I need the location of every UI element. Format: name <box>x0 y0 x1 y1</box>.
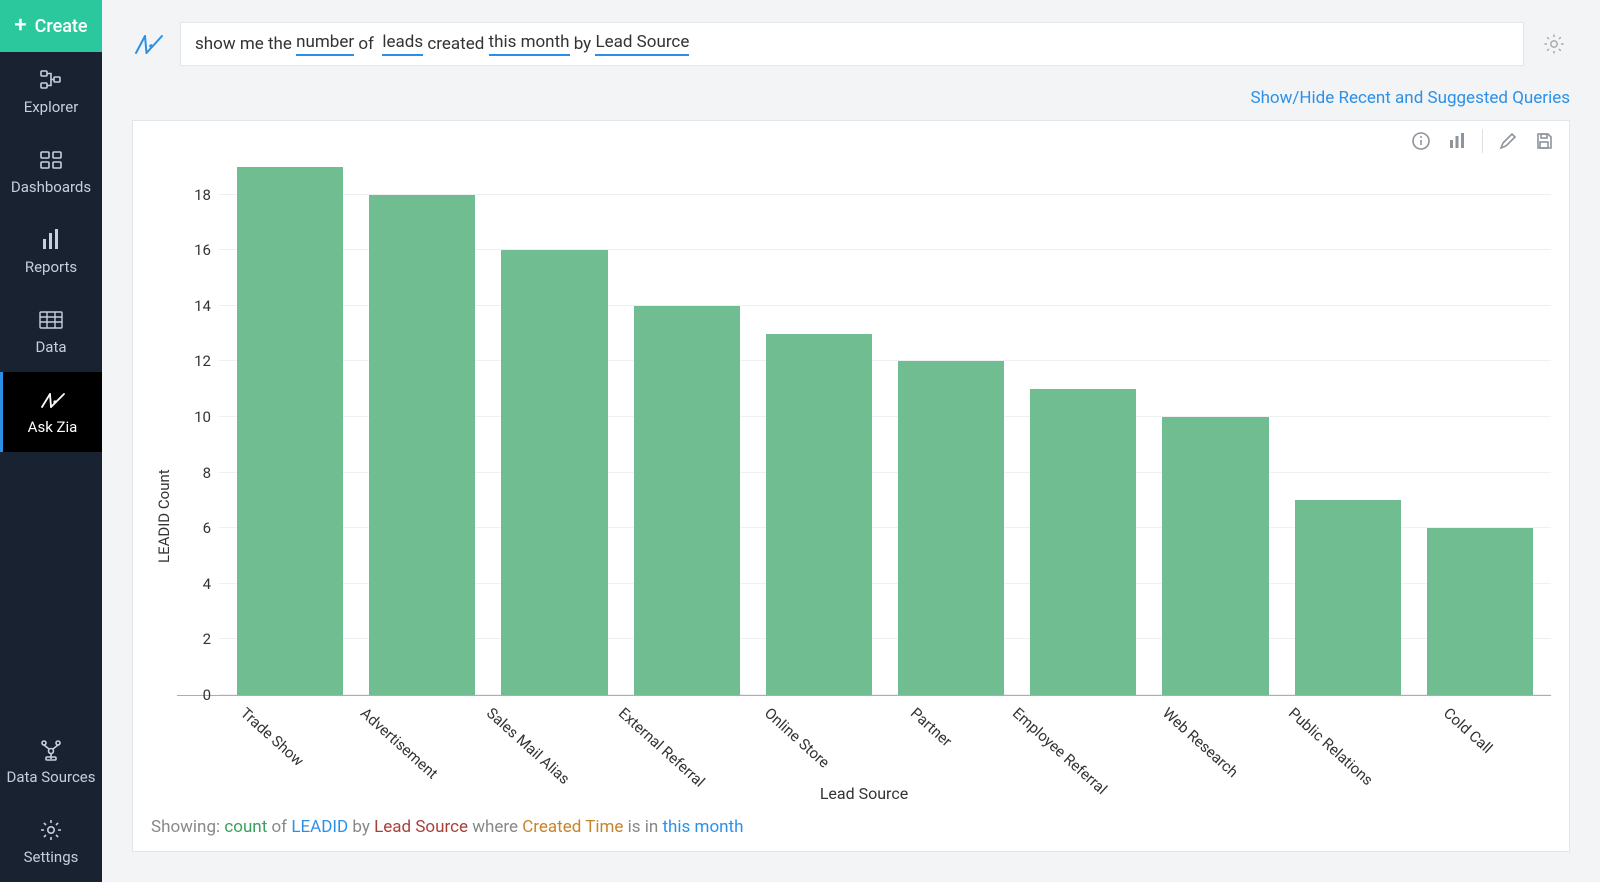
chart-bar[interactable] <box>1427 528 1533 695</box>
gear-icon <box>37 818 65 842</box>
zia-icon <box>39 388 67 412</box>
sidebar-item-label: Settings <box>24 848 79 866</box>
bar-slot <box>501 139 607 695</box>
suggested-queries-row: Show/Hide Recent and Suggested Queries <box>132 88 1570 108</box>
y-tick-label: 4 <box>203 575 211 593</box>
plot-grid: 024681012141618 <box>177 139 1551 696</box>
showing-createdtime: Created Time <box>522 817 623 837</box>
x-tick: Employee Referral <box>1021 696 1142 784</box>
sidebar-item-dashboards[interactable]: Dashboards <box>0 132 102 212</box>
sidebar-item-label: Data Sources <box>6 768 95 786</box>
query-token: number <box>296 32 354 56</box>
sidebar: + Create Explorer Dashboards <box>0 0 102 882</box>
showing-by: by <box>352 817 374 837</box>
x-tick: Online Store <box>762 696 865 784</box>
sidebar-nav: Explorer Dashboards Reports <box>0 52 102 452</box>
chart-bar[interactable] <box>1295 500 1401 695</box>
showing-summary: Showing: count of LEADID by Lead Source … <box>151 817 1551 837</box>
chart-bar[interactable] <box>369 195 475 695</box>
sidebar-item-settings[interactable]: Settings <box>0 802 102 882</box>
sidebar-item-reports[interactable]: Reports <box>0 212 102 292</box>
query-token: created <box>423 34 488 54</box>
sidebar-bottom-nav: Data Sources Settings <box>0 722 102 882</box>
create-button-label: Create <box>35 16 88 37</box>
chart-area: LEADID Count 0 2 4 6 8 10 12 14 16 18 Trade ShowA… <box>151 139 1551 803</box>
query-token: of <box>354 34 382 54</box>
bar-slot <box>1427 139 1533 695</box>
y-tick-label: 18 <box>194 186 211 204</box>
zia-logo-icon <box>132 29 166 59</box>
bar-slot <box>1295 139 1401 695</box>
chart-bar[interactable] <box>501 250 607 695</box>
chart-bar[interactable] <box>898 361 1004 695</box>
chart-bar[interactable] <box>1030 389 1136 695</box>
chart-card: LEADID Count 0 2 4 6 8 10 12 14 16 18 Trade ShowA… <box>132 120 1570 852</box>
showing-thismonth: this month <box>663 817 744 837</box>
y-tick-label: 2 <box>203 630 211 648</box>
y-tick-label: 10 <box>194 408 211 426</box>
explorer-icon <box>37 68 65 92</box>
y-axis-label: LEADID Count <box>151 139 177 803</box>
sidebar-item-label: Dashboards <box>11 178 91 196</box>
sidebar-item-data-sources[interactable]: Data Sources <box>0 722 102 802</box>
bar-slot <box>369 139 475 695</box>
sidebar-item-explorer[interactable]: Explorer <box>0 52 102 132</box>
x-tick: Public Relations <box>1297 696 1404 784</box>
create-button[interactable]: + Create <box>0 0 102 52</box>
y-tick-label: 12 <box>194 352 211 370</box>
sidebar-item-ask-zia[interactable]: Ask Zia <box>0 372 102 452</box>
showing-prefix: Showing: <box>151 817 220 837</box>
bar-slot <box>1162 139 1268 695</box>
data-sources-icon <box>37 738 65 762</box>
x-tick: External Referral <box>627 696 737 784</box>
query-input[interactable]: show me the number of leads created this… <box>180 22 1524 66</box>
showing-count: count <box>224 817 267 837</box>
x-ticks-row: Trade ShowAdvertisementSales Mail AliasE… <box>177 696 1551 784</box>
query-token: show me the <box>195 34 296 54</box>
query-row: show me the number of leads created this… <box>132 22 1570 66</box>
chart-bar[interactable] <box>634 306 740 695</box>
chart-bar[interactable] <box>766 334 872 695</box>
chart-bar[interactable] <box>1162 417 1268 695</box>
showing-of: of <box>271 817 291 837</box>
x-ticks: Trade ShowAdvertisementSales Mail AliasE… <box>219 696 1551 784</box>
query-token: this month <box>489 32 570 56</box>
main-content: show me the number of leads created this… <box>102 0 1600 882</box>
x-tick-label: Partner <box>865 704 955 796</box>
sidebar-item-label: Explorer <box>24 98 79 116</box>
sidebar-item-label: Data <box>35 338 66 356</box>
y-tick-label: 14 <box>194 297 211 315</box>
bar-slot <box>898 139 1004 695</box>
sidebar-item-label: Ask Zia <box>28 418 78 436</box>
y-tick-label: 8 <box>203 464 211 482</box>
query-token: Lead Source <box>595 32 689 56</box>
y-tick-label: 0 <box>203 686 211 704</box>
bar-slot <box>634 139 740 695</box>
bar-slot <box>237 139 343 695</box>
query-settings-button[interactable] <box>1538 28 1570 60</box>
bar-slot <box>766 139 872 695</box>
plot-area: 0 2 4 6 8 10 12 14 16 18 Trade ShowAdvertisementS… <box>177 139 1551 803</box>
sidebar-item-label: Reports <box>25 258 77 276</box>
bars-viewport <box>219 139 1551 695</box>
reports-icon <box>37 228 65 252</box>
showing-leadid: LEADID <box>291 817 348 837</box>
x-tick: Cold Call <box>1430 696 1533 784</box>
dashboards-icon <box>37 148 65 172</box>
plus-icon: + <box>14 15 26 37</box>
y-tick-label: 6 <box>203 519 211 537</box>
bar-slot <box>1030 139 1136 695</box>
show-hide-queries-link[interactable]: Show/Hide Recent and Suggested Queries <box>1250 88 1570 108</box>
sidebar-item-data[interactable]: Data <box>0 292 102 372</box>
query-token: leads <box>382 32 423 56</box>
chart-bar[interactable] <box>237 167 343 695</box>
query-token: by <box>570 34 596 54</box>
data-icon <box>37 308 65 332</box>
gear-icon <box>1542 32 1566 56</box>
y-tick-label: 16 <box>194 241 211 259</box>
y-ticks: 024681012141618 <box>177 139 219 695</box>
